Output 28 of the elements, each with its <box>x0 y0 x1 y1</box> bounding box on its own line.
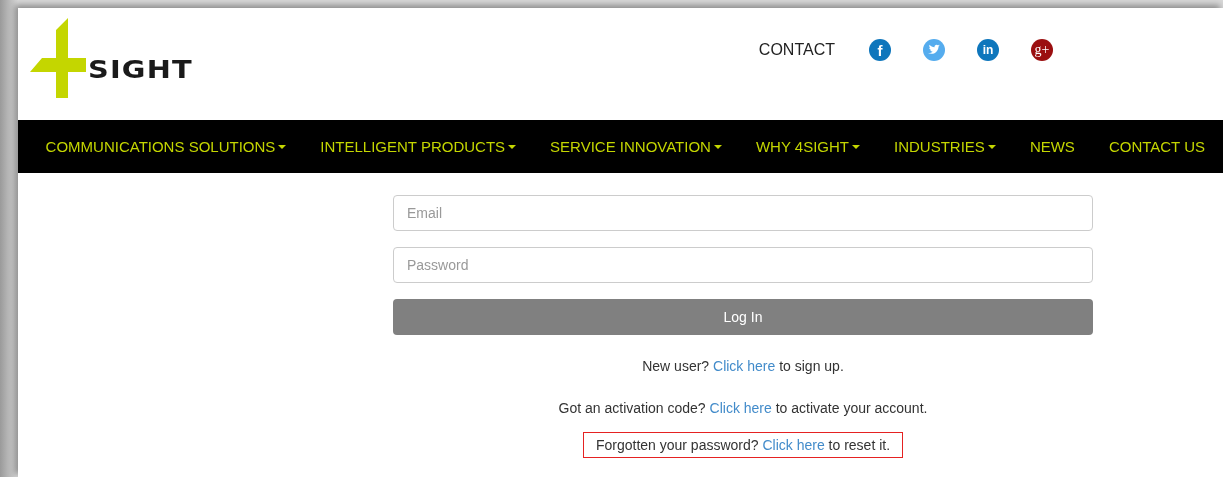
password-field[interactable]: Password <box>393 247 1093 283</box>
nav-item[interactable]: INTELLIGENT PRODUCTS <box>304 138 535 155</box>
logo-mark-icon <box>30 18 86 98</box>
click-here-link[interactable]: Click here <box>713 358 776 374</box>
nav-item[interactable]: COMMUNICATIONS SOLUTIONS <box>29 138 305 155</box>
login-button[interactable]: Log In <box>393 299 1093 335</box>
caret-icon <box>278 144 287 149</box>
nav-item[interactable]: WHY 4SIGHT <box>739 138 879 155</box>
social-icon[interactable]: f <box>869 39 891 61</box>
social-icon[interactable]: g+ <box>1031 39 1053 61</box>
nav-item[interactable]: NEWS <box>1013 138 1093 155</box>
email-field[interactable]: Email <box>393 195 1093 231</box>
bird-icon[interactable] <box>923 39 945 61</box>
click-here-link[interactable]: Click here <box>762 437 825 453</box>
contact-link[interactable]: CONTACT <box>758 41 835 59</box>
help-text: New user? Click here to sign up. <box>641 357 845 376</box>
caret-icon <box>987 144 996 149</box>
logo-text: SIGHT <box>88 56 193 84</box>
click-here-link[interactable]: Click here <box>709 400 772 416</box>
help-text: Got an activation code? Click here to activate your account. <box>557 399 929 418</box>
nav-item[interactable]: CONTACT US <box>1092 138 1223 155</box>
caret-icon <box>713 144 722 149</box>
nav-item[interactable]: SERVICE INNOVATION <box>534 138 740 155</box>
help-text: Forgotten your password? Click here to reset it. <box>582 432 904 458</box>
social-icon[interactable]: in <box>977 39 999 61</box>
nav-item[interactable]: INDUSTRIES <box>878 138 1014 155</box>
caret-icon <box>508 144 517 149</box>
caret-icon <box>852 144 861 149</box>
